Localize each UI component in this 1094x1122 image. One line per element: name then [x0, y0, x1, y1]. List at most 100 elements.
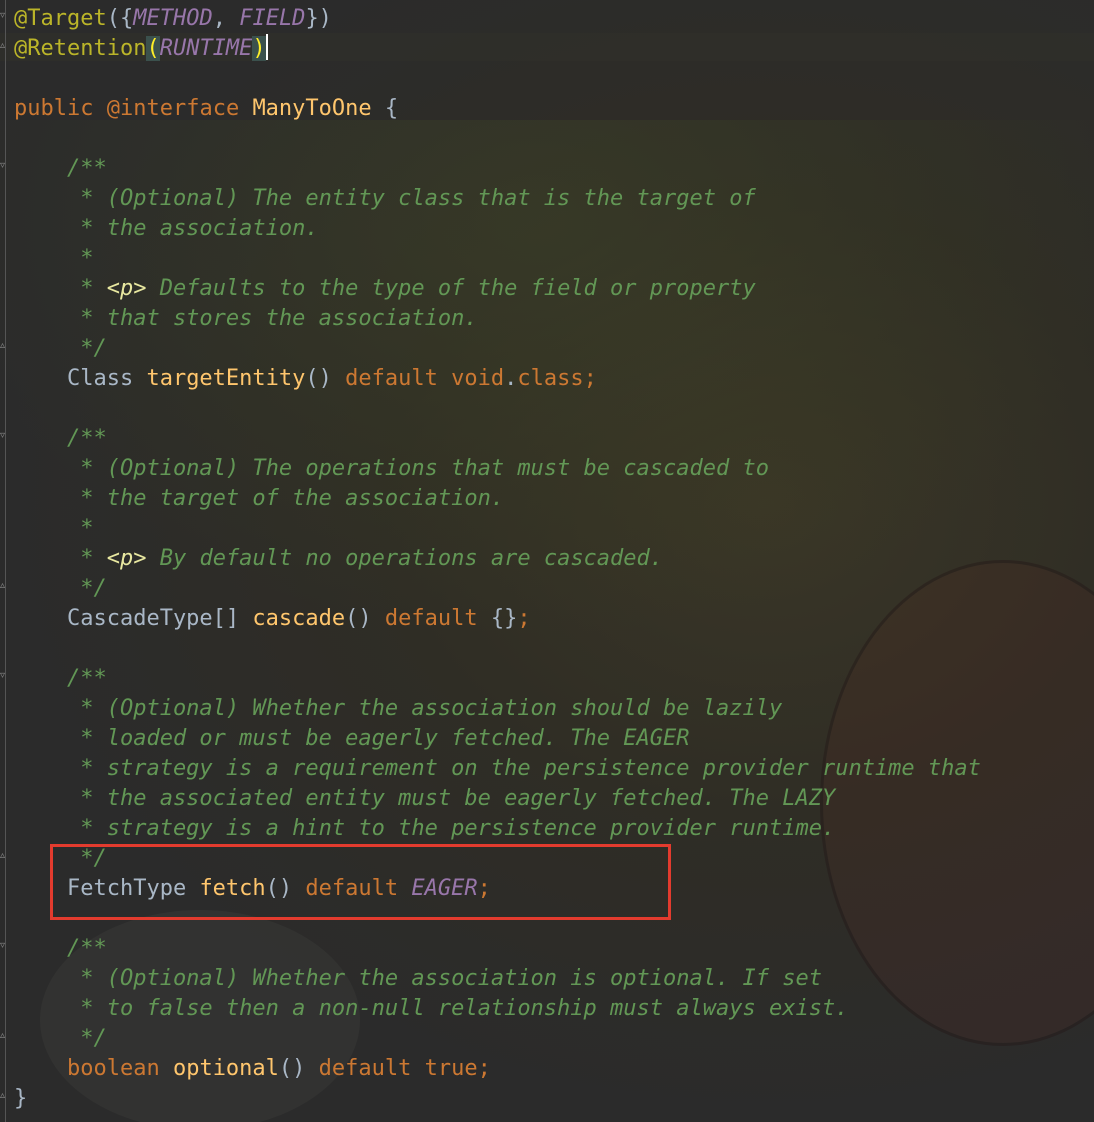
- code-token: */: [14, 576, 107, 601]
- code-line[interactable]: * strategy is a requirement on the persi…: [14, 754, 981, 784]
- code-editor[interactable]: ▿ ▵ ▿ ▵ ▿ ▵ ▿ ▵ ▿ ▵ ▵ @Target({METHOD, F…: [0, 0, 1094, 1122]
- code-token: {: [371, 96, 399, 121]
- fold-marker-icon[interactable]: ▿: [0, 10, 9, 22]
- code-token: .: [504, 366, 518, 391]
- code-token: METHOD: [133, 6, 213, 31]
- code-token: }: [14, 1086, 28, 1111]
- source-code[interactable]: @Target({METHOD, FIELD}) @Retention(RUNTI…: [14, 4, 981, 1114]
- fold-marker-icon[interactable]: ▿: [0, 940, 9, 952]
- code-line[interactable]: [14, 394, 981, 424]
- fold-marker-icon[interactable]: ▵: [0, 850, 9, 862]
- code-token: /**: [14, 426, 107, 451]
- code-token: */: [14, 336, 107, 361]
- code-token: *: [14, 276, 107, 301]
- code-token: default: [345, 366, 438, 391]
- code-token: CascadeType[]: [14, 606, 253, 631]
- code-line[interactable]: *: [14, 244, 981, 274]
- code-line[interactable]: * <p> By default no operations are casca…: [14, 544, 981, 574]
- code-token: * (Optional) Whether the association sho…: [14, 696, 783, 721]
- code-line[interactable]: * (Optional) The operations that must be…: [14, 454, 981, 484]
- code-line[interactable]: * (Optional) The entity class that is th…: [14, 184, 981, 214]
- code-line[interactable]: }: [14, 1084, 981, 1114]
- code-line[interactable]: public @interface ManyToOne {: [14, 94, 981, 124]
- code-token: * strategy is a hint to the persistence …: [14, 816, 836, 841]
- code-line[interactable]: /**: [14, 154, 981, 184]
- fold-marker-icon[interactable]: ▵: [0, 1090, 9, 1102]
- code-line[interactable]: [14, 64, 981, 94]
- code-token: *: [14, 246, 94, 271]
- code-line[interactable]: @Target({METHOD, FIELD}): [14, 4, 981, 34]
- code-token: * the target of the association.: [14, 486, 505, 511]
- code-line[interactable]: * the target of the association.: [14, 484, 981, 514]
- code-token: (: [146, 36, 160, 61]
- code-token: (): [278, 1056, 319, 1081]
- code-line[interactable]: * (Optional) Whether the association sho…: [14, 694, 981, 724]
- code-token: *: [14, 516, 94, 541]
- code-token: * (Optional) Whether the association is …: [14, 966, 822, 991]
- code-token: * to false then a non-null relationship …: [14, 996, 849, 1021]
- code-token: ;: [517, 606, 531, 631]
- code-line[interactable]: /**: [14, 664, 981, 694]
- code-line[interactable]: * loaded or must be eagerly fetched. The…: [14, 724, 981, 754]
- code-line[interactable]: /**: [14, 424, 981, 454]
- code-line[interactable]: * strategy is a hint to the persistence …: [14, 814, 981, 844]
- code-line[interactable]: */: [14, 574, 981, 604]
- code-token: }): [305, 6, 332, 31]
- code-token: * the associated entity must be eagerly …: [14, 786, 836, 811]
- code-token: *: [14, 546, 107, 571]
- code-line[interactable]: @Retention(RUNTIME): [14, 34, 981, 64]
- fold-marker-icon[interactable]: ▿: [0, 160, 9, 172]
- fold-marker-icon[interactable]: ▿: [0, 430, 9, 442]
- code-token: * that stores the association.: [14, 306, 478, 331]
- code-line[interactable]: * to false then a non-null relationship …: [14, 994, 981, 1024]
- code-token: (): [305, 366, 346, 391]
- fold-marker-icon[interactable]: ▵: [0, 580, 9, 592]
- code-line[interactable]: Class targetEntity() default void.class;: [14, 364, 981, 394]
- code-line[interactable]: */: [14, 334, 981, 364]
- fold-marker-icon[interactable]: ▵: [0, 340, 9, 352]
- code-token: <p>: [106, 276, 147, 301]
- fold-marker-icon[interactable]: ▿: [0, 670, 9, 682]
- code-token: boolean: [66, 1056, 160, 1081]
- code-line[interactable]: * (Optional) Whether the association is …: [14, 964, 981, 994]
- code-token: FIELD: [239, 6, 306, 31]
- code-line[interactable]: *: [14, 514, 981, 544]
- code-token: ;: [477, 1056, 491, 1081]
- code-token: optional: [172, 1056, 279, 1081]
- code-token: /**: [14, 666, 107, 691]
- code-token: @Retention: [14, 36, 147, 61]
- code-token: cascade: [252, 606, 346, 631]
- code-token: Defaults to the type of the field or pro…: [146, 276, 756, 301]
- code-line[interactable]: * the association.: [14, 214, 981, 244]
- code-line[interactable]: CascadeType[] cascade() default {};: [14, 604, 981, 634]
- code-token: * (Optional) The operations that must be…: [14, 456, 769, 481]
- code-line[interactable]: /**: [14, 934, 981, 964]
- fold-marker-icon[interactable]: ▵: [0, 1030, 9, 1042]
- code-token: ,: [212, 6, 240, 31]
- fold-marker-icon[interactable]: ▵: [0, 40, 9, 52]
- code-line[interactable]: boolean optional() default true;: [14, 1054, 981, 1084]
- code-token: * (Optional) The entity class that is th…: [14, 186, 756, 211]
- code-line[interactable]: * <p> Defaults to the type of the field …: [14, 274, 981, 304]
- code-line[interactable]: * the associated entity must be eagerly …: [14, 784, 981, 814]
- code-token: * strategy is a requirement on the persi…: [14, 756, 981, 781]
- code-token: <p>: [106, 546, 147, 571]
- code-line[interactable]: [14, 634, 981, 664]
- code-token: (): [345, 606, 385, 631]
- code-token: ;: [583, 366, 597, 391]
- code-token: true: [424, 1056, 478, 1081]
- code-line[interactable]: * that stores the association.: [14, 304, 981, 334]
- code-token: By default no operations are cascaded.: [146, 546, 664, 571]
- code-token: ({: [106, 6, 134, 31]
- code-token: /**: [14, 156, 107, 181]
- code-token: @interface: [106, 96, 240, 121]
- code-token: */: [14, 1026, 107, 1051]
- code-token: default: [384, 606, 478, 631]
- text-caret: [265, 34, 268, 60]
- code-line[interactable]: */: [14, 1024, 981, 1054]
- code-line[interactable]: [14, 124, 981, 154]
- code-token: @Target: [14, 6, 107, 31]
